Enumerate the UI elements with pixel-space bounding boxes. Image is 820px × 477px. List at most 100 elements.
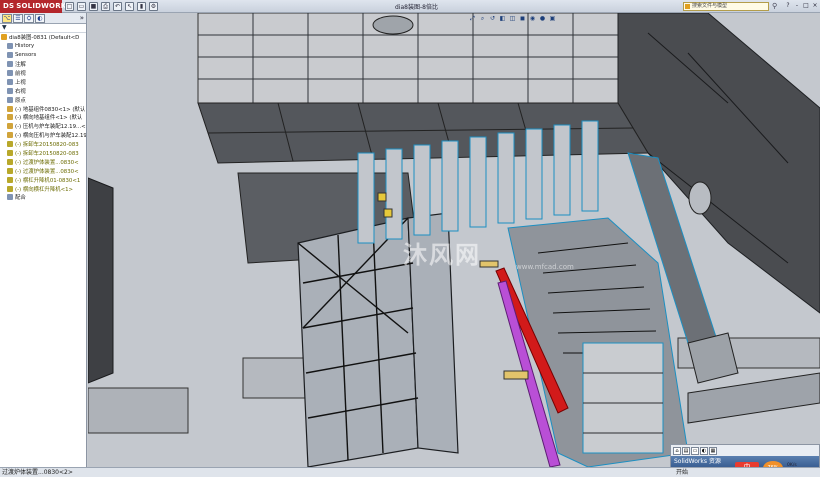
print-icon[interactable]: ⎙	[101, 1, 110, 11]
tree-node[interactable]: (-) 拆卸车20150820-083	[1, 140, 86, 149]
search-input[interactable]: 搜索文件与模型	[683, 2, 769, 11]
feature-manager-tabs: ⌥ ☰ ⛭ ◐ »	[0, 13, 86, 24]
tree-node-label: dia8装图-0831 (Default<D	[9, 35, 80, 42]
select-icon[interactable]: ↖	[125, 1, 134, 11]
new-icon[interactable]: □	[65, 1, 74, 11]
task-pane-icons: ⌂ ▤ ▭ ◐ ▦	[671, 445, 819, 456]
tree-node[interactable]: (-) 过渡炉体装置...0830<	[1, 166, 86, 175]
expand-panel-button[interactable]: »	[80, 14, 84, 22]
tree-node[interactable]: 上视	[1, 77, 86, 86]
save-icon[interactable]: ■	[89, 1, 98, 11]
feature-icon	[7, 43, 13, 50]
tree-node-label: (-) 横杠升降机01-0830<1	[15, 177, 81, 184]
component-icon	[7, 150, 13, 157]
tree-node-label: Sensors	[15, 52, 37, 59]
title-bar: DS SOLIDWORKS □ ▭ ■ ⎙ ↶ ↖ ▮ ⚙ dia8装图-8倍比 …	[0, 0, 820, 13]
section-view-icon[interactable]: ◧	[498, 14, 507, 23]
feature-icon	[7, 52, 13, 59]
filter-icon[interactable]: ▼	[0, 24, 86, 33]
tree-node-label: (-) 横向横杠升降机<1>	[15, 186, 74, 193]
tree-node[interactable]: (-) 横向横杠升降机<1>	[1, 184, 86, 193]
component-icon	[7, 132, 13, 139]
display-style-icon[interactable]: ◼	[518, 14, 527, 23]
tree-node[interactable]: (-) 地基组件0830<1> (默认	[1, 104, 86, 113]
watermark-logo: 沐风网	[403, 241, 481, 269]
tree-node[interactable]: (-) 横向地基组件<1> (默认	[1, 113, 86, 122]
heads-up-toolbar: ⤢ ⌕ ↺ ◧ ◫ ◼ ◉ ● ▣	[468, 14, 557, 23]
zoom-area-icon[interactable]: ⌕	[478, 14, 487, 23]
tree-node[interactable]: (-) 压机与炉车装配12.19...<	[1, 122, 86, 131]
tree-node-label: (-) 横向地基组件<1> (默认	[15, 115, 83, 122]
previous-view-icon[interactable]: ↺	[488, 14, 497, 23]
property-tab-icon[interactable]: ☰	[13, 13, 23, 23]
component-icon	[7, 176, 13, 183]
document-title: dia8装图-8倍比	[395, 4, 438, 11]
solidworks-window: DS SOLIDWORKS □ ▭ ■ ⎙ ↶ ↖ ▮ ⚙ dia8装图-8倍比 …	[0, 0, 820, 477]
graphics-area[interactable]: ⤢ ⌕ ↺ ◧ ◫ ◼ ◉ ● ▣ 沐风网 www.mfcad.com	[88, 13, 820, 467]
start-label[interactable]: 开始	[676, 468, 688, 477]
tree-node[interactable]: 前视	[1, 69, 86, 78]
feature-manager-panel: ⌥ ☰ ⛭ ◐ » ▼ dia8装图-0831 (Default<D Histor…	[0, 13, 87, 467]
view-orientation-icon[interactable]: ◫	[508, 14, 517, 23]
help-button[interactable]: ?	[784, 2, 792, 10]
undo-icon[interactable]: ↶	[113, 1, 122, 11]
component-icon	[7, 185, 13, 192]
custom-props-icon[interactable]: ▦	[709, 446, 717, 455]
tree-node[interactable]: (-) 横向压机与炉车装配12.19	[1, 131, 86, 140]
tree-node-label: (-) 拆卸车20150820-083	[15, 151, 79, 158]
tree-node-label: (-) 压机与炉车装配12.19...<	[15, 124, 86, 131]
tree-node-label: (-) 过渡炉体装置...0830<	[15, 159, 79, 166]
status-text: 过渡炉体装置...0830<2>	[2, 469, 73, 476]
tree-node[interactable]: Sensors	[1, 51, 86, 60]
component-icon	[7, 141, 13, 148]
tree-node-label: History	[15, 43, 35, 50]
minimize-button[interactable]: -	[793, 2, 801, 10]
status-bar: 过渡炉体装置...0830<2> 开始	[0, 467, 820, 477]
scene-icon[interactable]: ▣	[548, 14, 557, 23]
close-button[interactable]: ×	[811, 2, 819, 10]
open-icon[interactable]: ▭	[77, 1, 86, 11]
tree-node-label: (-) 横向压机与炉车装配12.19	[15, 133, 86, 140]
tree-node[interactable]: dia8装图-0831 (Default<D	[1, 33, 86, 42]
component-icon	[7, 114, 13, 121]
feature-icon	[7, 78, 13, 85]
tree-node-label: 配合	[15, 195, 26, 202]
tree-node-label: 注解	[15, 62, 26, 69]
folder-icon[interactable]: ▭	[691, 446, 699, 455]
tree-node[interactable]: 注解	[1, 60, 86, 69]
maximize-button[interactable]: □	[802, 2, 810, 10]
tree-node[interactable]: (-) 拆卸车20150820-083	[1, 149, 86, 158]
home-icon[interactable]: ⌂	[673, 446, 681, 455]
options-icon[interactable]: ⚙	[149, 1, 158, 11]
rebuild-icon[interactable]: ▮	[137, 1, 146, 11]
component-icon	[1, 34, 7, 41]
zoom-fit-icon[interactable]: ⤢	[468, 14, 477, 23]
component-icon	[7, 167, 13, 174]
tree-node-label: (-) 拆卸车20150820-083	[15, 142, 79, 149]
tree-node-label: (-) 过渡炉体装置...0830<	[15, 168, 79, 175]
logo-text: SOLIDWORKS	[16, 2, 72, 10]
library-icon[interactable]: ▤	[682, 446, 690, 455]
tree-node[interactable]: 原点	[1, 95, 86, 104]
search-icon[interactable]: ⚲	[772, 2, 777, 10]
component-icon	[7, 105, 13, 112]
solidworks-logo[interactable]: DS SOLIDWORKS	[0, 0, 71, 13]
component-icon	[7, 158, 13, 165]
tree-node-label: 右视	[15, 88, 26, 95]
config-tab-icon[interactable]: ⛭	[24, 13, 34, 23]
tree-node[interactable]: (-) 横杠升降机01-0830<1	[1, 175, 86, 184]
feature-icon	[7, 70, 13, 76]
tree-node[interactable]: 右视	[1, 86, 86, 95]
palette-icon[interactable]: ◐	[700, 446, 708, 455]
feature-tree: dia8装图-0831 (Default<D History Sensors 注解 前视…	[0, 33, 86, 202]
tree-node-label: 原点	[15, 97, 26, 104]
feature-icon	[7, 96, 13, 103]
feature-tree-tab-icon[interactable]: ⌥	[2, 13, 12, 23]
feature-icon	[7, 194, 13, 201]
tree-node[interactable]: 配合	[1, 193, 86, 202]
tree-node[interactable]: History	[1, 42, 86, 51]
appearance-icon[interactable]: ●	[538, 14, 547, 23]
tree-node[interactable]: (-) 过渡炉体装置...0830<	[1, 157, 86, 166]
display-tab-icon[interactable]: ◐	[35, 13, 45, 23]
hide-show-icon[interactable]: ◉	[528, 14, 537, 23]
